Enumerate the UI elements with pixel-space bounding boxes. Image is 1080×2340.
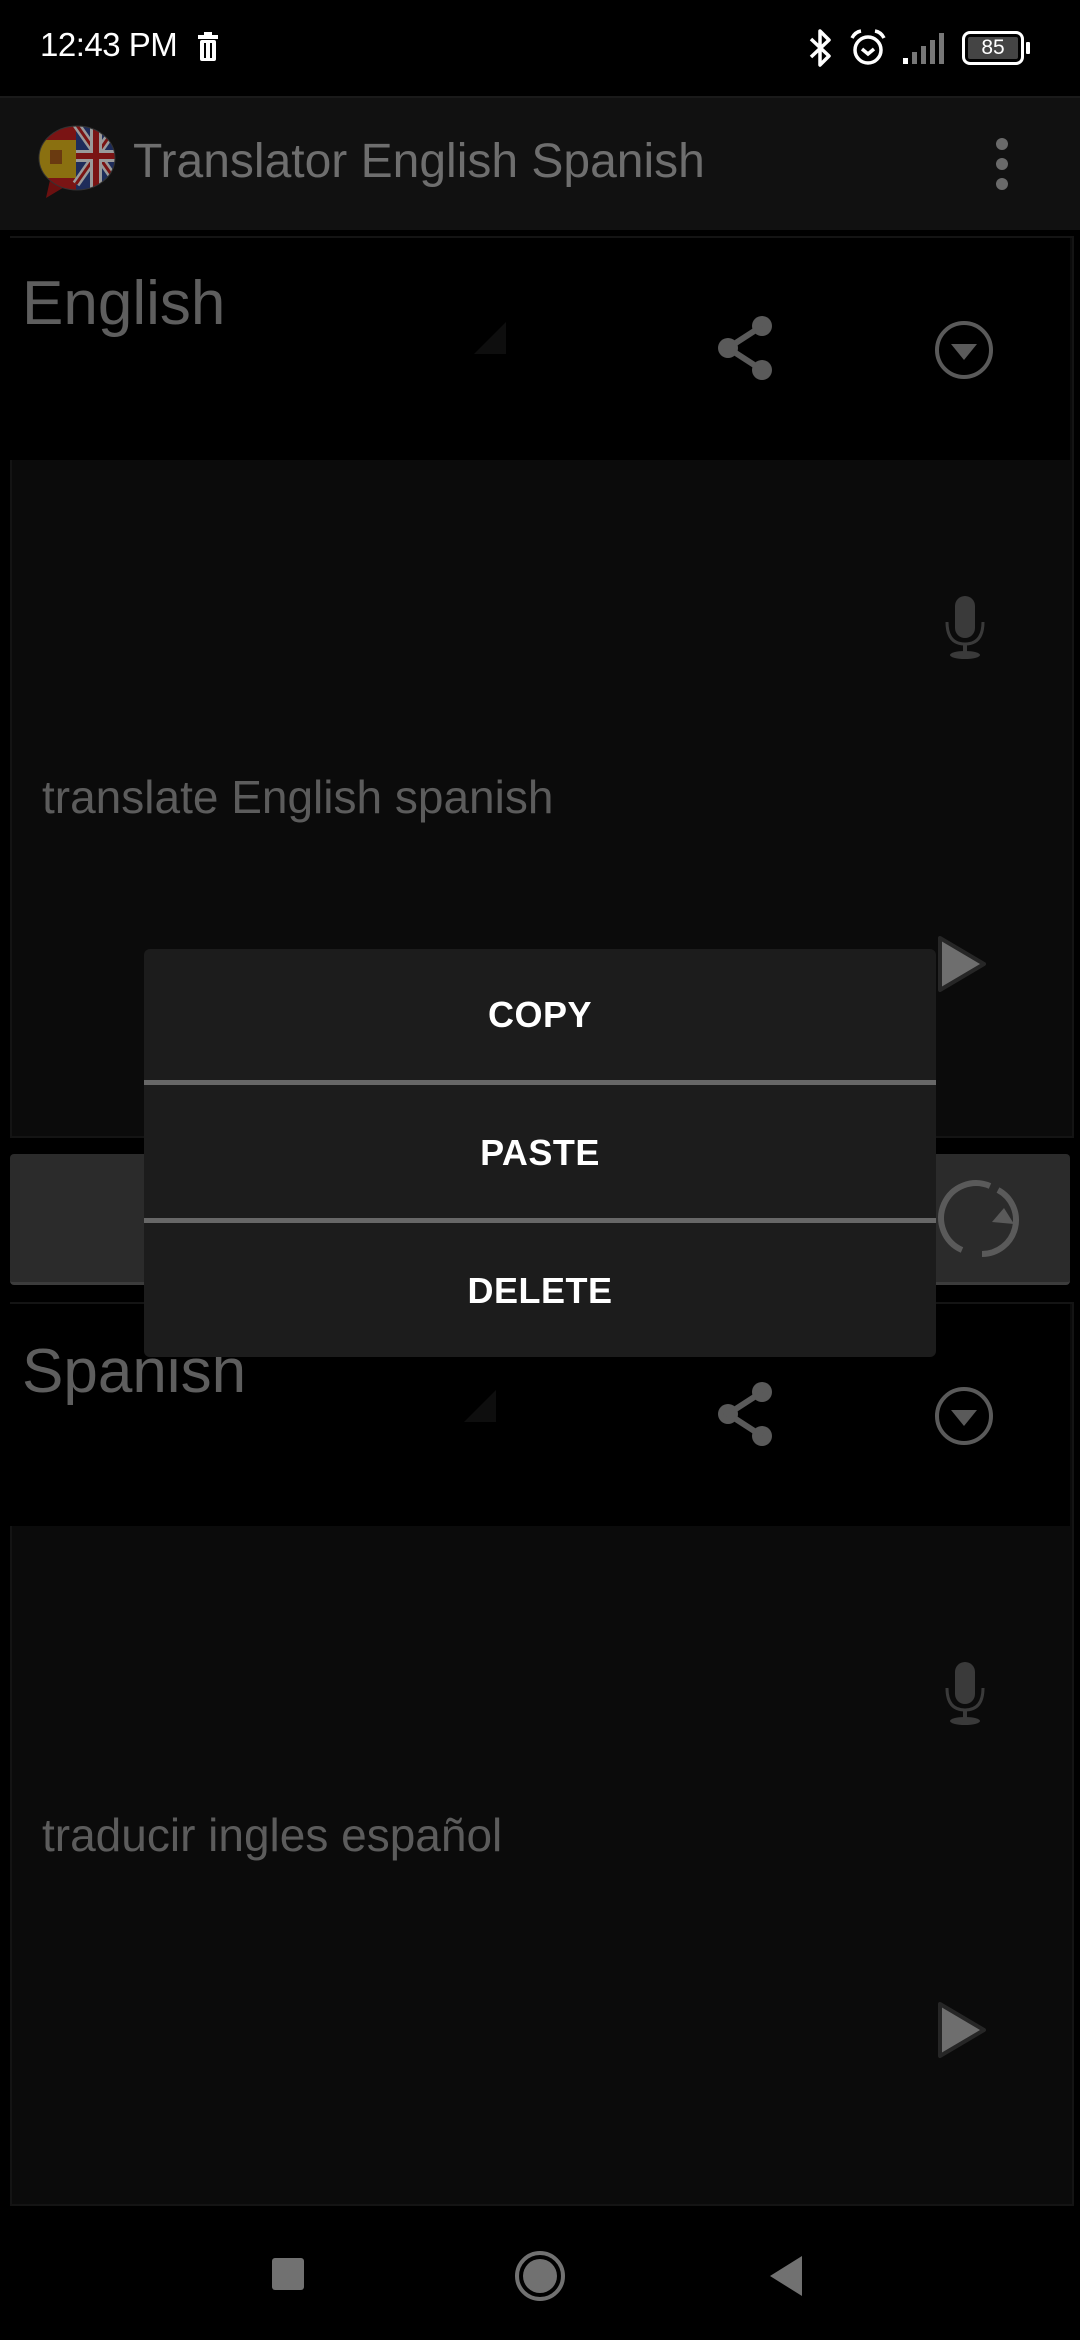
menu-item-label: COPY <box>487 994 593 1035</box>
play-icon[interactable] <box>932 932 992 996</box>
language-dropdown-icon[interactable] <box>932 318 996 382</box>
battery-level: 85 <box>981 36 1005 59</box>
recents-button[interactable] <box>268 2254 308 2294</box>
trash-icon <box>198 32 218 61</box>
menu-item-label: DELETE <box>467 1270 613 1311</box>
overflow-menu-icon[interactable] <box>988 136 1016 192</box>
battery-icon: 85 <box>962 31 1032 65</box>
bluetooth-icon <box>809 29 831 67</box>
home-button[interactable] <box>514 2250 566 2302</box>
context-menu: COPY PASTE DELETE <box>144 949 936 1357</box>
app-title: Translator English Spanish <box>133 135 705 188</box>
microphone-icon[interactable] <box>942 1660 988 1728</box>
play-icon[interactable] <box>932 1998 992 2062</box>
microphone-icon[interactable] <box>942 594 988 662</box>
menu-divider <box>144 1080 936 1085</box>
menu-item-label: PASTE <box>480 1132 600 1173</box>
share-icon[interactable] <box>712 1380 780 1448</box>
alarm-icon <box>850 29 886 65</box>
source-language-label[interactable]: English <box>22 268 225 339</box>
signal-icon <box>903 33 944 64</box>
dropdown-corner-icon <box>464 1390 496 1422</box>
menu-item-paste[interactable]: PASTE <box>144 1087 936 1219</box>
status-icons: 85 <box>808 28 1032 68</box>
app-logo-icon <box>38 125 116 198</box>
status-time: 12:43 PM <box>40 26 178 63</box>
back-button[interactable] <box>766 2254 806 2298</box>
target-text-output[interactable]: traducir ingles español <box>42 1808 502 1862</box>
swap-refresh-icon[interactable] <box>932 1172 1028 1268</box>
menu-item-copy[interactable]: COPY <box>144 949 936 1081</box>
source-text-input[interactable]: translate English spanish <box>42 770 553 824</box>
menu-divider <box>144 1218 936 1223</box>
menu-item-delete[interactable]: DELETE <box>144 1225 936 1357</box>
dropdown-corner-icon <box>474 322 506 354</box>
language-dropdown-icon[interactable] <box>932 1384 996 1448</box>
share-icon[interactable] <box>712 314 780 382</box>
